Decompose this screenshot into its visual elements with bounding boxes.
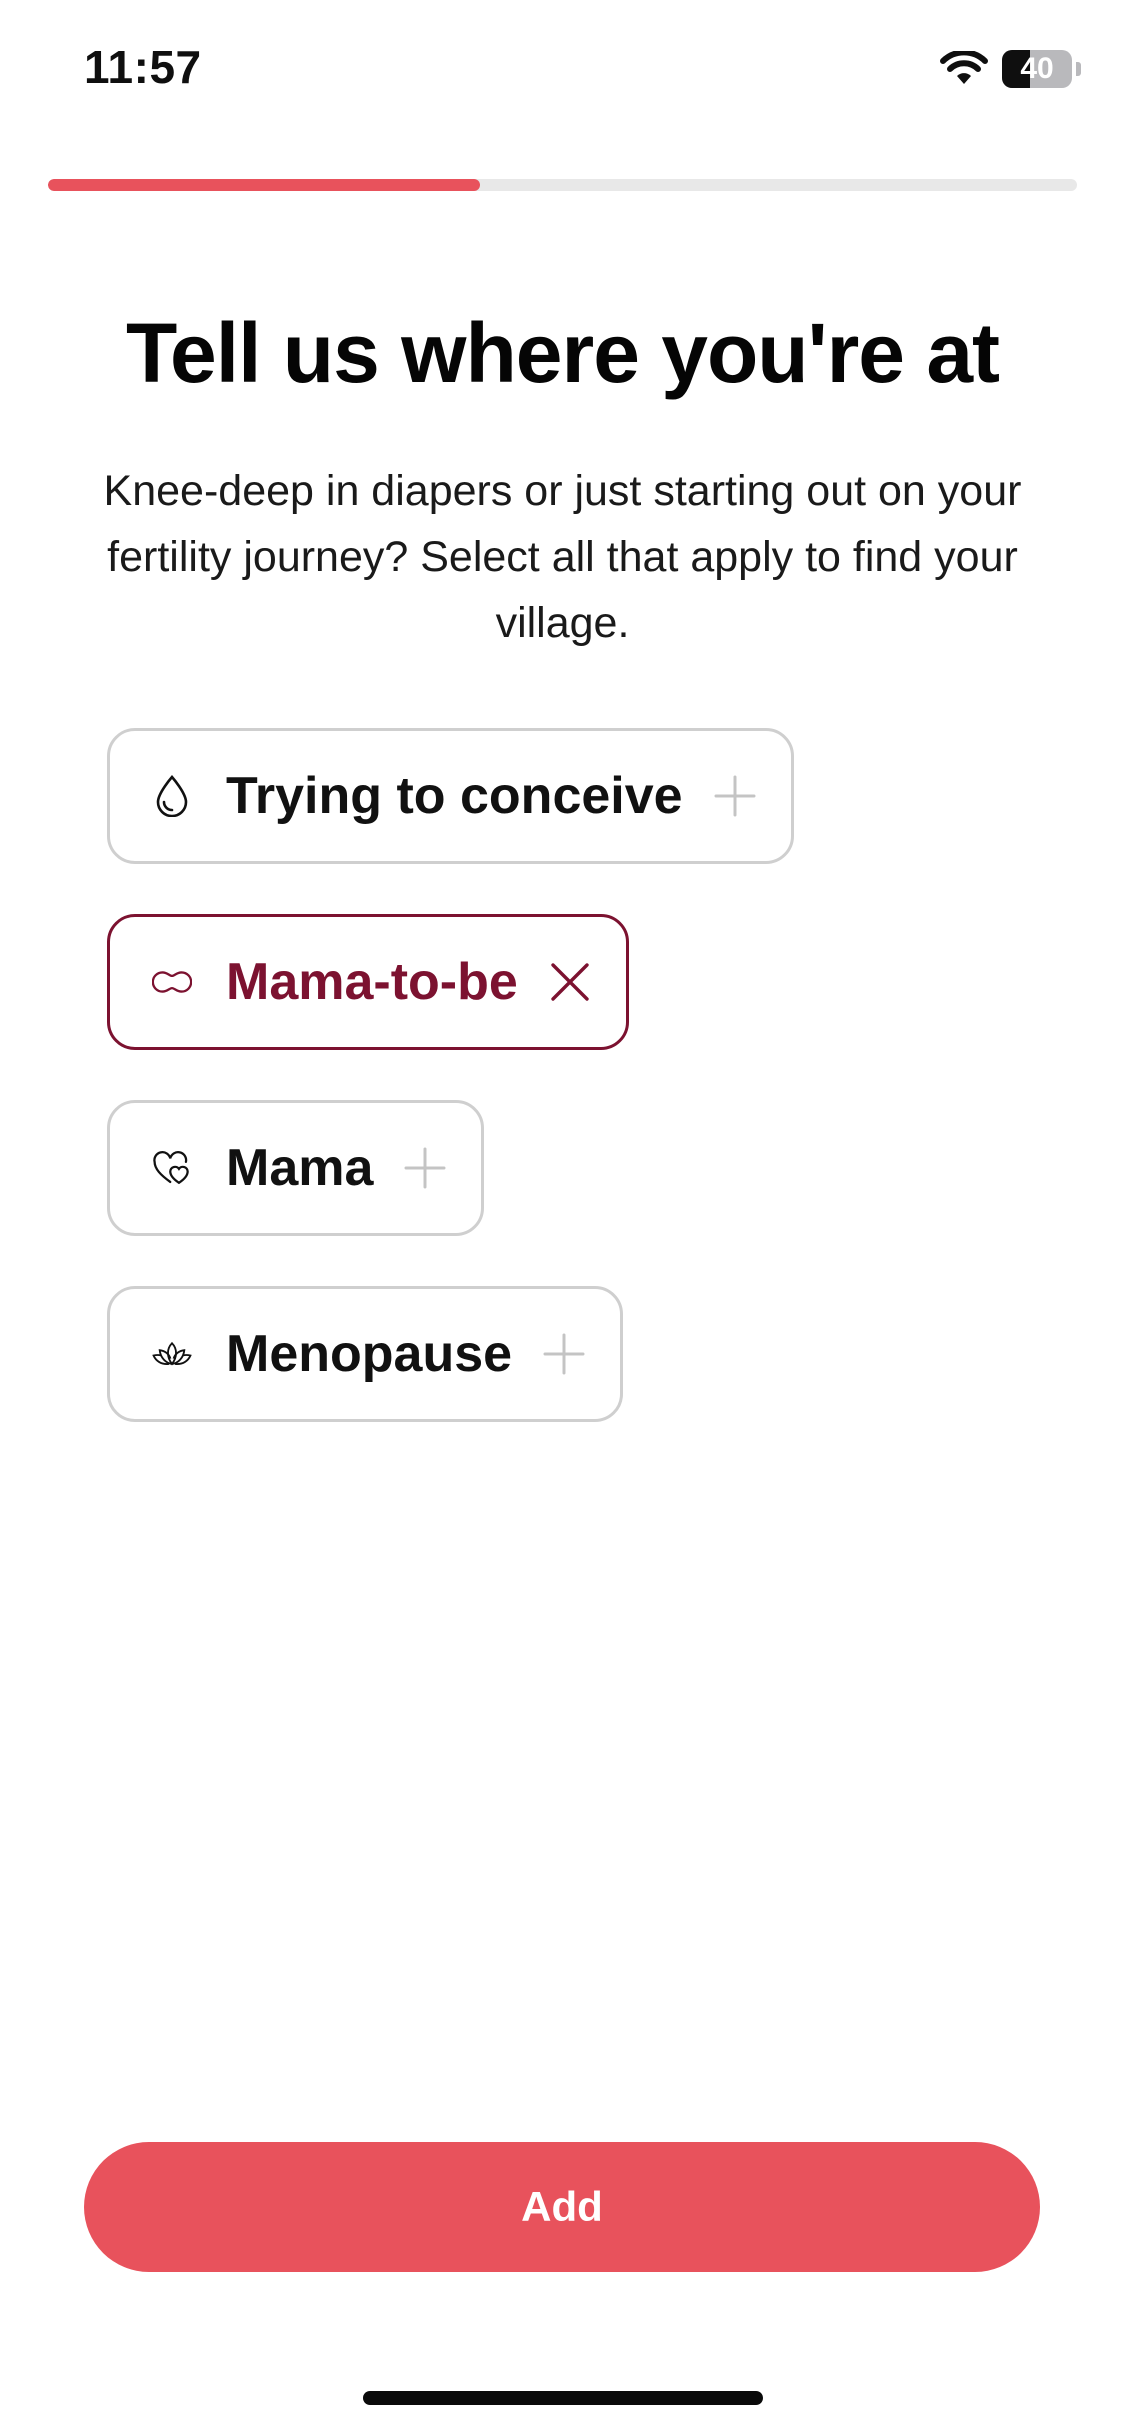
battery-cap xyxy=(1076,62,1081,76)
status-time: 11:57 xyxy=(84,41,202,93)
option-chip-trying-to-conceive[interactable]: Trying to conceive xyxy=(107,728,794,864)
option-label: Mama xyxy=(226,1139,374,1197)
page-subtitle: Knee-deep in diapers or just starting ou… xyxy=(103,467,1022,647)
hearts-icon xyxy=(152,1148,192,1188)
wifi-icon xyxy=(940,51,988,87)
onboarding-progress-bar xyxy=(48,179,1077,191)
pill-shape-icon xyxy=(152,962,192,1002)
battery-level: 40 xyxy=(1020,52,1054,85)
home-indicator[interactable] xyxy=(363,2391,763,2405)
status-icons: 40 xyxy=(940,50,1081,88)
option-label: Mama-to-be xyxy=(226,953,518,1011)
add-button[interactable]: Add xyxy=(84,2142,1040,2272)
onboarding-progress-fill xyxy=(48,179,481,191)
droplet-icon xyxy=(152,775,192,817)
lotus-icon xyxy=(152,1334,192,1374)
option-chip-mama-to-be[interactable]: Mama-to-be xyxy=(107,914,629,1050)
option-label: Menopause xyxy=(226,1325,513,1383)
plus-icon[interactable] xyxy=(403,1146,447,1190)
page-title: Tell us where you're at xyxy=(125,306,1000,400)
option-chip-mama[interactable]: Mama xyxy=(107,1100,485,1236)
option-chip-menopause[interactable]: Menopause xyxy=(107,1286,624,1422)
battery-icon: 40 xyxy=(1002,50,1072,88)
plus-icon[interactable] xyxy=(713,774,757,818)
plus-icon[interactable] xyxy=(542,1332,586,1376)
option-label: Trying to conceive xyxy=(226,767,683,825)
close-icon[interactable] xyxy=(548,960,592,1004)
